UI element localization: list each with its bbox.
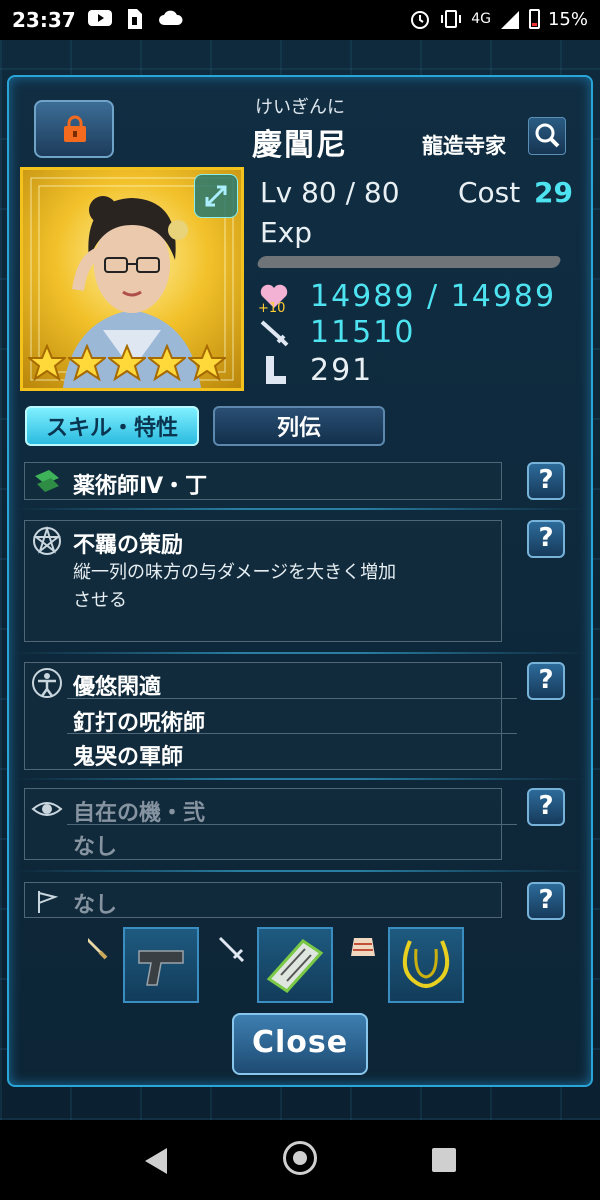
equip-slot-accessory[interactable]	[388, 927, 464, 1003]
separator	[14, 778, 586, 780]
youtube-icon	[88, 10, 112, 26]
sim-icon	[128, 9, 142, 29]
network-type: 4G	[471, 11, 491, 27]
rarity-stars	[28, 344, 226, 382]
row-divider	[67, 698, 517, 699]
cloud-icon	[159, 10, 183, 25]
help-button-passive[interactable]: ?	[527, 462, 565, 500]
scroll-icon	[35, 470, 59, 492]
tab-skill[interactable]: スキル・特性	[25, 406, 199, 446]
clan-name: 龍造寺家	[422, 134, 506, 158]
status-right: 4G 15%	[409, 8, 588, 30]
pistol-icon	[138, 950, 184, 986]
star-icon	[108, 344, 146, 382]
talisman-icon	[266, 939, 324, 993]
level: Lv 80 / 80	[260, 176, 400, 209]
awaken-value: なし	[73, 835, 118, 860]
help-button-traits[interactable]: ?	[527, 662, 565, 700]
equip-slot-armor[interactable]	[257, 927, 333, 1003]
equip-slot-weapon[interactable]	[123, 927, 199, 1003]
battery-percent: 15%	[547, 8, 588, 30]
boot-icon	[266, 356, 286, 384]
heart-icon: +10	[258, 284, 288, 314]
active-skill-desc-line1: 縦一列の味方の与ダメージを大きく増加	[73, 562, 397, 583]
clock: 23:37	[12, 8, 76, 32]
recent-apps-icon[interactable]	[432, 1148, 456, 1172]
cost-label: Cost	[458, 176, 521, 209]
home-icon[interactable]	[283, 1141, 317, 1175]
active-skill-desc-line2: させる	[73, 590, 127, 611]
exp-bar	[255, 256, 563, 268]
active-skill-title: 不羈の策励	[73, 533, 184, 558]
speed-value: 291	[310, 352, 374, 388]
lock-button[interactable]	[34, 100, 114, 158]
trait-3: 鬼哭の軍師	[73, 745, 184, 770]
battery-icon	[528, 9, 540, 29]
traits-section: 優悠閑適 釘打の呪術師 鬼哭の軍師	[24, 662, 517, 770]
hp-row: +10 14989 / 14989	[256, 278, 557, 315]
speed-row: 291	[256, 352, 373, 388]
pentagram-icon	[33, 525, 61, 555]
row-divider	[67, 733, 517, 734]
trait-1: 優悠閑適	[73, 675, 162, 700]
lock-icon	[64, 115, 86, 142]
awaken-section: 自在の機・弐 なし	[24, 788, 517, 860]
back-icon[interactable]	[143, 1148, 169, 1174]
vibrate-icon	[441, 10, 462, 28]
separator	[14, 870, 586, 872]
star-icon	[148, 344, 186, 382]
cost-value: 29	[534, 176, 573, 209]
hp-bonus-badge: +10	[258, 301, 285, 314]
active-skill-section: 不羈の策励 縦一列の味方の与ダメージを大きく増加 させる	[24, 520, 502, 642]
attack-row: 11510	[256, 314, 415, 350]
passive-skill-section: 薬術師Ⅳ・丁	[24, 462, 502, 500]
sword-icon	[218, 936, 245, 962]
ammo-icon	[88, 938, 108, 960]
separator	[14, 652, 586, 654]
character-furigana: けいぎんに	[255, 97, 345, 118]
flag-value: なし	[73, 893, 118, 918]
tab-biography[interactable]: 列伝	[213, 406, 385, 446]
separator	[14, 508, 586, 510]
close-button[interactable]: Close	[232, 1013, 368, 1075]
search-button[interactable]	[528, 117, 566, 155]
star-icon	[68, 344, 106, 382]
passive-skill-title: 薬術師Ⅳ・丁	[73, 474, 208, 499]
status-bar: 23:37 4G 15%	[0, 0, 600, 40]
expand-portrait-button[interactable]	[194, 174, 238, 218]
signal-icon	[500, 11, 519, 29]
eye-icon	[31, 802, 63, 816]
search-icon	[535, 123, 560, 148]
row-divider	[67, 824, 517, 825]
awaken-title: 自在の機・弐	[73, 801, 206, 826]
help-button-flag[interactable]: ?	[527, 882, 565, 920]
star-icon	[28, 344, 66, 382]
character-name: 慶閶尼	[252, 128, 348, 163]
attack-value: 11510	[310, 314, 416, 350]
flag-icon	[38, 891, 59, 913]
star-icon	[188, 344, 226, 382]
exp-label: Exp	[260, 216, 313, 249]
alarm-icon	[411, 11, 430, 29]
armor-icon	[351, 938, 375, 956]
necklace-icon	[402, 940, 450, 988]
hp-value: 14989 / 14989	[310, 278, 557, 314]
expand-icon	[205, 185, 227, 207]
flag-section: なし	[24, 882, 502, 918]
help-button-active[interactable]: ?	[527, 520, 565, 558]
figure-icon	[32, 668, 62, 698]
sword-icon	[260, 320, 289, 347]
help-button-awaken[interactable]: ?	[527, 788, 565, 826]
